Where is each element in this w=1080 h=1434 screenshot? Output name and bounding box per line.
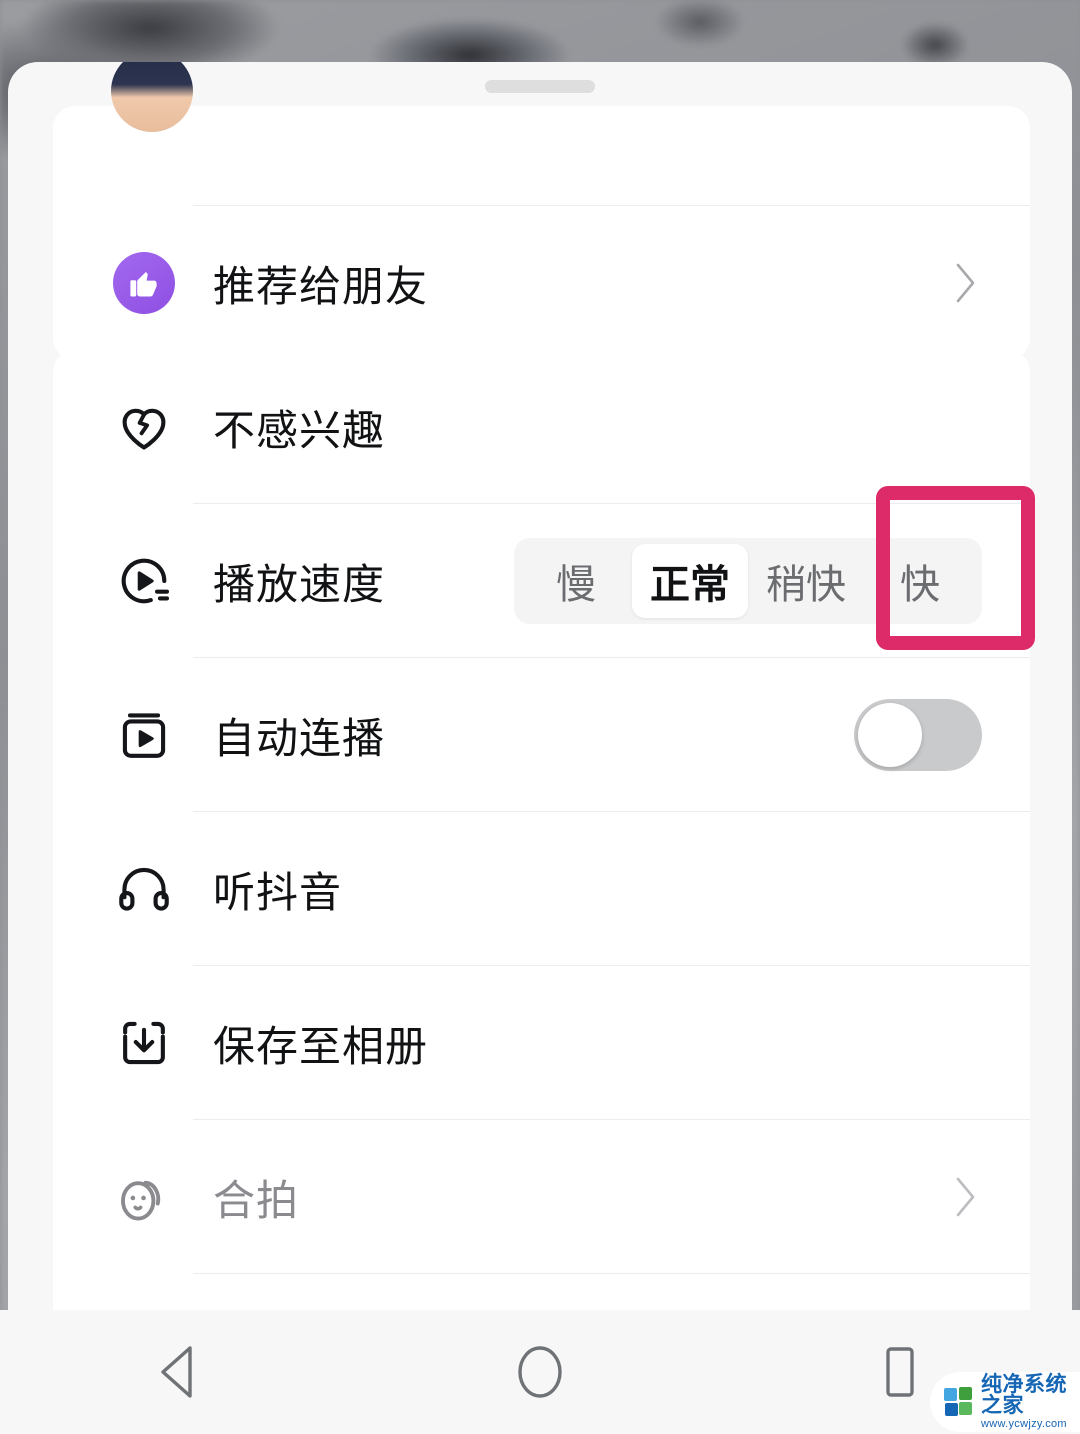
site-watermark: 纯净系统之家 www.ycwjzy.com xyxy=(930,1372,1080,1432)
speed-option-slow[interactable]: 慢 xyxy=(520,544,632,618)
duet-face-icon xyxy=(113,1168,175,1226)
nav-back-button[interactable] xyxy=(120,1310,240,1434)
watermark-logo-icon xyxy=(944,1387,974,1417)
bottom-sheet: 推荐给朋友 不感兴趣 播放速度 慢 正常 稍快 快 自动连播 听抖音 保存至相册… xyxy=(8,62,1072,1310)
watermark-url: www.ycwjzy.com xyxy=(981,1418,1067,1430)
autoplay-toggle[interactable] xyxy=(854,699,982,771)
chevron-right-icon xyxy=(956,1177,975,1217)
broken-heart-icon xyxy=(113,398,175,456)
nav-home-button[interactable] xyxy=(480,1310,600,1434)
row-label: 不感兴趣 xyxy=(213,405,386,455)
drag-handle[interactable] xyxy=(485,80,595,93)
chevron-right-icon xyxy=(956,263,975,303)
row-listen-douyin[interactable]: 听抖音 xyxy=(53,812,1030,966)
watermark-title: 纯净系统之家 xyxy=(981,1372,1067,1417)
avatar[interactable] xyxy=(111,62,193,132)
row-save-to-album[interactable]: 保存至相册 xyxy=(53,966,1030,1120)
headphones-icon xyxy=(113,860,175,918)
triangle-left-icon xyxy=(161,1346,192,1398)
download-icon xyxy=(113,1014,175,1072)
toggle-knob xyxy=(858,703,922,767)
row-recommend-to-friends[interactable]: 推荐给朋友 xyxy=(53,206,1030,360)
divider xyxy=(193,1273,1030,1274)
square-icon xyxy=(886,1347,914,1397)
row-not-interested[interactable]: 不感兴趣 xyxy=(53,350,1030,504)
speed-option-fast[interactable]: 快 xyxy=(864,544,976,618)
main-action-card: 不感兴趣 播放速度 慢 正常 稍快 快 自动连播 听抖音 保存至相册 合拍 xyxy=(53,350,1030,1310)
row-label: 听抖音 xyxy=(213,867,343,917)
playback-speed-segmented-control[interactable]: 慢 正常 稍快 快 xyxy=(514,538,982,624)
speed-option-slightly-fast[interactable]: 稍快 xyxy=(748,544,864,618)
autoplay-icon xyxy=(113,706,175,764)
row-label: 保存至相册 xyxy=(213,1021,429,1071)
row-label: 合拍 xyxy=(213,1175,300,1225)
android-navigation-bar xyxy=(0,1310,1080,1434)
row-label: 自动连播 xyxy=(213,713,386,763)
top-action-card: 推荐给朋友 xyxy=(53,62,1030,360)
row-duet[interactable]: 合拍 xyxy=(53,1120,1030,1274)
avatar-row xyxy=(53,62,1030,206)
row-label: 播放速度 xyxy=(213,559,386,609)
watermark-text: 纯净系统之家 www.ycwjzy.com xyxy=(981,1374,1080,1430)
row-playback-speed[interactable]: 播放速度 慢 正常 稍快 快 xyxy=(53,504,1030,658)
playback-speed-icon xyxy=(113,552,175,610)
thumbs-up-icon-wrap xyxy=(113,252,175,314)
speed-option-normal[interactable]: 正常 xyxy=(632,544,748,618)
row-autoplay[interactable]: 自动连播 xyxy=(53,658,1030,812)
thumbs-up-icon xyxy=(113,252,175,314)
circle-icon xyxy=(518,1346,562,1398)
row-label: 推荐给朋友 xyxy=(213,261,429,311)
